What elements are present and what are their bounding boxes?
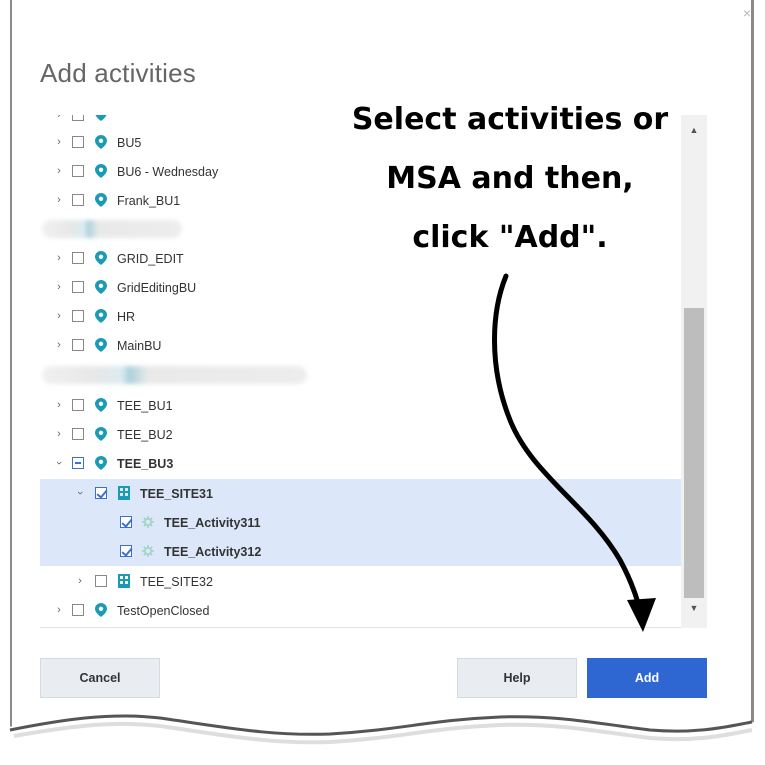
checkbox[interactable] (72, 165, 84, 177)
chevron-right-icon[interactable]: › (54, 429, 64, 440)
checkbox-checked[interactable] (120, 545, 132, 557)
callout-arrow-icon (492, 273, 656, 632)
chevron-right-icon[interactable]: › (54, 253, 64, 264)
tree-row-label: BU6 - Wednesday (117, 165, 219, 179)
map-pin-icon (95, 456, 107, 470)
tree-row-label: MainBU (117, 339, 162, 353)
tree-row-label: TEE_Activity312 (164, 545, 262, 559)
redacted-row (42, 220, 182, 238)
dialog-left-border (10, 0, 12, 735)
scroll-down-arrow-icon[interactable]: ▼ (686, 602, 702, 614)
gear-icon (142, 516, 154, 528)
checkbox[interactable] (72, 136, 84, 148)
checkbox[interactable] (72, 428, 84, 440)
chevron-right-icon[interactable]: › (54, 282, 64, 293)
tree-row-label: TEE_SITE32 (140, 575, 213, 589)
chevron-right-icon[interactable]: › (54, 340, 64, 351)
chevron-right-icon[interactable]: › (54, 137, 64, 148)
map-pin-icon (95, 164, 107, 178)
map-pin-icon (95, 338, 107, 352)
tree-row-label: HR (117, 310, 136, 324)
map-pin-icon (95, 251, 107, 265)
tree-row-label: TestOpenClosed (117, 604, 210, 618)
map-pin-icon (95, 427, 107, 441)
tree-row-label: TEE_SITE31 (140, 487, 213, 501)
checkbox[interactable] (72, 310, 84, 322)
chevron-right-icon[interactable]: › (54, 605, 64, 616)
building-icon (118, 574, 130, 588)
tree-row-label: GRID_EDIT (117, 252, 184, 266)
checkbox[interactable] (72, 604, 84, 616)
dialog-title: Add activities (40, 58, 196, 88)
checkbox-checked[interactable] (120, 516, 132, 528)
chevron-right-icon[interactable]: › (75, 576, 85, 587)
callout-line: click "Add". (412, 220, 608, 255)
close-icon[interactable]: × (740, 6, 754, 20)
callout-line: MSA and then, (386, 161, 634, 196)
map-pin-icon (95, 193, 107, 207)
callout-annotation: Select activities or MSA and then, click… (330, 90, 690, 267)
map-pin-icon (95, 603, 107, 617)
checkbox[interactable] (72, 399, 84, 411)
callout-line: Select activities or (351, 102, 669, 137)
map-pin-icon (95, 309, 107, 323)
chevron-down-icon[interactable]: › (53, 458, 65, 468)
checkbox[interactable] (72, 194, 84, 206)
building-icon (118, 486, 130, 500)
checkbox[interactable] (72, 339, 84, 351)
checkbox[interactable] (72, 252, 84, 264)
chevron-right-icon[interactable]: › (54, 311, 64, 322)
dialog-right-border (751, 0, 754, 735)
tree-row-label: BU5 (117, 136, 142, 150)
tree-row-label: Frank_BU1 (117, 194, 181, 208)
tree-row-label: TEE_BU3 (117, 457, 174, 471)
map-pin-icon (95, 115, 107, 121)
map-pin-icon (95, 398, 107, 412)
tree-row-label: TEE_BU1 (117, 399, 173, 413)
gear-icon (142, 545, 154, 557)
chevron-right-icon[interactable]: › (54, 400, 64, 411)
chevron-right-icon[interactable]: › (54, 166, 64, 177)
redacted-row (42, 366, 307, 384)
chevron-down-icon[interactable]: › (74, 488, 86, 498)
tree-row-label: GridEditingBU (117, 281, 197, 295)
add-activities-dialog: × Add activities › › BU5 › BU6 - Wednesd… (0, 0, 765, 765)
checkbox-checked[interactable] (95, 487, 107, 499)
checkbox[interactable] (72, 115, 84, 121)
map-pin-icon (95, 280, 107, 294)
tree-row-label: TEE_BU2 (117, 428, 173, 442)
checkbox[interactable] (95, 575, 107, 587)
scrollbar-thumb[interactable] (684, 308, 704, 598)
map-pin-icon (95, 135, 107, 149)
checkbox-partial[interactable] (72, 457, 84, 469)
chevron-right-icon[interactable]: › (54, 195, 64, 206)
torn-edge-decoration (0, 714, 765, 765)
tree-row-label: TEE_Activity311 (164, 516, 261, 530)
chevron-right-icon[interactable]: › (54, 115, 64, 121)
checkbox[interactable] (72, 281, 84, 293)
